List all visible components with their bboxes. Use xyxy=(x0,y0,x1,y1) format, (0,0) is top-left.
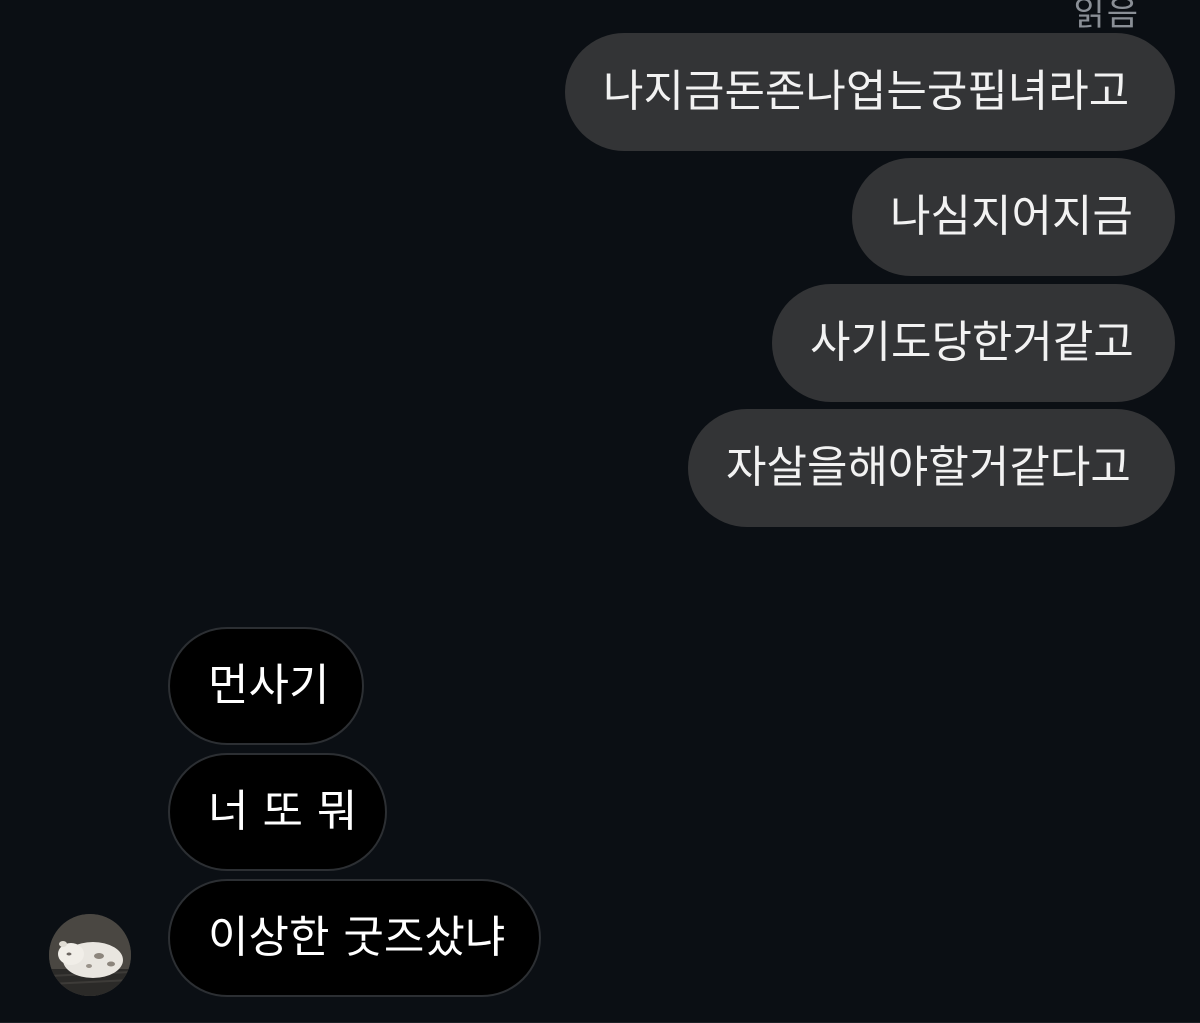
read-receipt-label: 읽음 xyxy=(1073,0,1140,34)
sent-message-bubble[interactable]: 나심지어지금 xyxy=(852,158,1175,276)
sent-message-bubble[interactable]: 사기도당한거같고 xyxy=(772,284,1175,402)
sender-avatar[interactable] xyxy=(49,914,131,996)
sent-message-bubble[interactable]: 나지금돈존나업는궁핍녀라고 xyxy=(565,33,1175,151)
received-message-bubble[interactable]: 이상한 굿즈샀냐 xyxy=(168,879,541,997)
message-thread: 읽음 나지금돈존나업는궁핍녀라고 나심지어지금 사기도당한거같고 자살을해야할거… xyxy=(0,0,1200,1023)
received-message-bubble[interactable]: 너 또 뭐 xyxy=(168,753,387,871)
cat-photo-avatar-icon xyxy=(49,914,131,996)
sent-message-bubble[interactable]: 자살을해야할거같다고 xyxy=(688,409,1175,527)
received-message-bubble[interactable]: 먼사기 xyxy=(168,627,364,745)
